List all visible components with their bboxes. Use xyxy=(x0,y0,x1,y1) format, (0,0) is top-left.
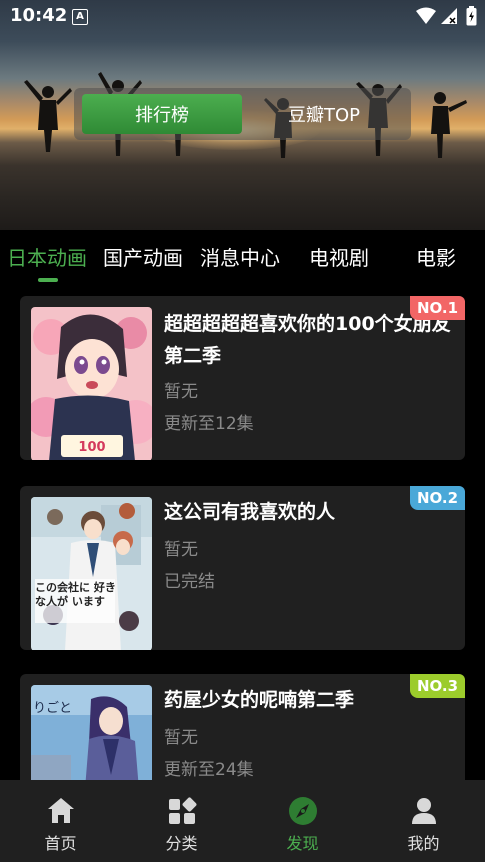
poster-3-title-text: りごと xyxy=(33,701,73,716)
ranking-card-2[interactable]: この会社に 好きな人が います 这公司有我喜欢的人 暂无 已完结 NO.2 xyxy=(20,486,465,650)
nav-label: 首页 xyxy=(44,834,77,853)
douban-top-button[interactable]: 豆瓣TOP xyxy=(249,94,399,134)
anime-poster-2: この会社に 好きな人が います xyxy=(31,497,152,650)
rank-badge: NO.2 xyxy=(410,486,465,510)
tab-message-center[interactable]: 消息中心 xyxy=(200,242,280,271)
tab-movies[interactable]: 电影 xyxy=(416,242,456,271)
svg-text:100: 100 xyxy=(78,440,105,455)
nav-label: 发现 xyxy=(286,834,319,853)
tab-chinese-anime[interactable]: 国产动画 xyxy=(103,242,183,271)
nav-profile[interactable]: 我的 xyxy=(363,780,484,862)
card-episode-status: 更新至24集 xyxy=(164,760,254,780)
card-subtitle: 暂无 xyxy=(164,382,198,402)
signal-icon xyxy=(441,8,457,24)
card-episode-status: 更新至12集 xyxy=(164,414,254,434)
rank-badge: NO.1 xyxy=(410,296,465,320)
nav-category[interactable]: 分类 xyxy=(121,780,242,862)
tab-japanese-anime[interactable]: 日本动画 xyxy=(7,242,87,271)
card-subtitle: 暂无 xyxy=(164,540,198,560)
nav-label: 分类 xyxy=(165,834,198,853)
home-icon xyxy=(48,798,74,823)
ranking-card-1[interactable]: 100 超超超超超喜欢你的100个女朋友第二季 暂无 更新至12集 NO.1 xyxy=(20,296,465,460)
nav-home[interactable]: 首页 xyxy=(0,780,121,862)
tab-tv-series[interactable]: 电视剧 xyxy=(309,242,369,271)
poster-2-title-text: この会社に 好きな人が います xyxy=(35,581,116,608)
user-icon xyxy=(412,798,436,824)
card-episode-status: 已完结 xyxy=(164,572,215,592)
nav-label: 我的 xyxy=(407,834,440,853)
category-tabs: 日本动画 国产动画 消息中心 电视剧 电影 xyxy=(0,230,485,286)
card-subtitle: 暂无 xyxy=(164,728,198,748)
nav-discover[interactable]: 发现 xyxy=(242,780,363,862)
status-bar: 10:42 A xyxy=(0,0,485,32)
battery-icon xyxy=(466,6,477,26)
rank-badge: NO.3 xyxy=(410,674,465,698)
compass-icon xyxy=(289,797,317,825)
hero-button-group: 排行榜 豆瓣TOP xyxy=(74,88,411,140)
category-icon xyxy=(169,797,197,824)
status-time: 10:42 xyxy=(10,5,68,26)
bottom-navigation: 首页 分类 发现 我的 xyxy=(0,780,485,862)
anime-poster-1: 100 xyxy=(31,307,152,460)
wifi-icon xyxy=(416,7,436,24)
notification-a-icon: A xyxy=(72,9,88,25)
ranking-button[interactable]: 排行榜 xyxy=(82,94,242,134)
active-tab-indicator xyxy=(38,278,58,282)
